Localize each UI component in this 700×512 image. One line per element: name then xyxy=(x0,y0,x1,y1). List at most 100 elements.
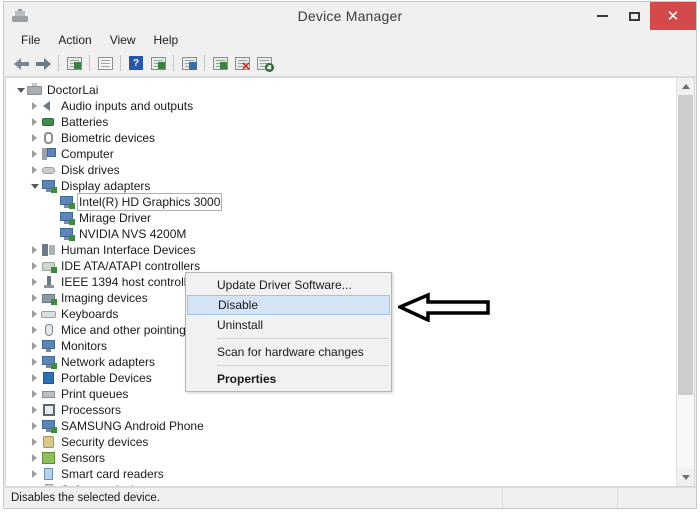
tree-row-label: NVIDIA NVS 4200M xyxy=(79,227,187,241)
expand-collapse-icon[interactable] xyxy=(28,420,41,433)
context-menu-item-properties[interactable]: Properties xyxy=(186,369,391,389)
expand-collapse-icon[interactable] xyxy=(28,260,41,273)
back-arrow-icon xyxy=(13,57,29,70)
show-hide-console-tree-button[interactable] xyxy=(63,52,85,74)
menu-file[interactable]: File xyxy=(12,31,49,49)
scrollbar-track[interactable] xyxy=(677,95,694,469)
context-menu-item-update-driver-software[interactable]: Update Driver Software... xyxy=(186,275,391,295)
tree-row[interactable]: Biometric devices xyxy=(12,130,676,146)
tree-row[interactable]: Display adapters xyxy=(12,178,676,194)
forward-arrow-icon xyxy=(35,57,51,70)
minimize-button[interactable] xyxy=(586,2,618,30)
expand-collapse-icon[interactable] xyxy=(46,196,59,209)
maximize-button[interactable] xyxy=(618,2,650,30)
tree-row[interactable]: Smart card readers xyxy=(12,466,676,482)
printer-icon xyxy=(41,387,57,401)
toolbar: ? ✕ xyxy=(4,50,696,77)
computer-icon xyxy=(41,147,57,161)
close-button[interactable]: ✕ xyxy=(650,2,696,30)
disable-device-button[interactable] xyxy=(253,52,275,74)
tree-row[interactable]: Disk drives xyxy=(12,162,676,178)
toolbar-separator xyxy=(173,55,174,71)
uninstall-device-button[interactable]: ✕ xyxy=(231,52,253,74)
firewire-icon xyxy=(41,275,57,289)
expand-collapse-icon[interactable] xyxy=(28,388,41,401)
menu-help[interactable]: Help xyxy=(145,31,188,49)
sensor-icon xyxy=(41,451,57,465)
expand-collapse-icon[interactable] xyxy=(28,276,41,289)
expand-collapse-icon[interactable] xyxy=(28,468,41,481)
tree-row-label: Display adapters xyxy=(61,179,151,193)
update-driver-button[interactable] xyxy=(209,52,231,74)
expand-collapse-icon[interactable] xyxy=(28,484,41,487)
minimize-icon xyxy=(596,15,608,17)
expand-collapse-icon-open[interactable] xyxy=(14,84,27,97)
context-menu[interactable]: Update Driver Software... Disable Uninstal… xyxy=(185,272,392,392)
tree-row-label: Batteries xyxy=(61,115,109,129)
scroll-up-button[interactable] xyxy=(677,78,694,95)
tree-row-label: Audio inputs and outputs xyxy=(61,99,194,113)
context-menu-item-scan-for-hardware-changes[interactable]: Scan for hardware changes xyxy=(186,342,391,362)
tree-row[interactable]: Computer xyxy=(12,146,676,162)
expand-collapse-icon[interactable] xyxy=(28,292,41,305)
menu-view[interactable]: View xyxy=(101,31,145,49)
view-devices-button[interactable] xyxy=(147,52,169,74)
menu-action[interactable]: Action xyxy=(49,31,100,49)
expand-collapse-icon[interactable] xyxy=(28,148,41,161)
expand-collapse-icon[interactable] xyxy=(46,228,59,241)
tree-row[interactable]: DoctorLai xyxy=(12,82,676,98)
tree-row-label: Intel(R) HD Graphics 3000 xyxy=(76,193,223,211)
camera-icon xyxy=(41,291,57,305)
tree-row-label: Keyboards xyxy=(61,307,119,321)
expand-collapse-icon[interactable] xyxy=(28,164,41,177)
expand-collapse-icon-open[interactable] xyxy=(28,180,41,193)
tree-row[interactable]: Security devices xyxy=(12,434,676,450)
expand-collapse-icon[interactable] xyxy=(28,404,41,417)
tree-row-label: Smart card readers xyxy=(61,467,164,481)
tree-row-label: Sensors xyxy=(61,451,106,465)
tree-row[interactable]: Audio inputs and outputs xyxy=(12,98,676,114)
tree-row[interactable]: Mirage Driver xyxy=(12,210,676,226)
scan-for-hardware-changes-button[interactable] xyxy=(178,52,200,74)
status-pane-2 xyxy=(503,488,618,508)
forward-button[interactable] xyxy=(32,52,54,74)
context-menu-item-disable[interactable]: Disable xyxy=(187,295,390,315)
disk-drive-icon xyxy=(41,163,57,177)
back-button[interactable] xyxy=(10,52,32,74)
tree-row[interactable]: Batteries xyxy=(12,114,676,130)
tree-row[interactable]: Human Interface Devices xyxy=(12,242,676,258)
expand-collapse-icon[interactable] xyxy=(28,340,41,353)
expand-collapse-icon[interactable] xyxy=(28,308,41,321)
vertical-scrollbar[interactable] xyxy=(676,78,694,486)
tree-row[interactable]: SAMSUNG Android Phone xyxy=(12,418,676,434)
expand-collapse-icon[interactable] xyxy=(28,100,41,113)
tree-row-label: Monitors xyxy=(61,339,108,353)
update-driver-icon xyxy=(212,56,228,70)
left-pointing-arrow-icon xyxy=(395,292,490,323)
scroll-down-button[interactable] xyxy=(677,469,694,486)
expand-collapse-icon[interactable] xyxy=(28,244,41,257)
hid-icon xyxy=(41,243,57,257)
tree-row[interactable]: Processors xyxy=(12,402,676,418)
help-button[interactable]: ? xyxy=(125,52,147,74)
context-menu-item-uninstall[interactable]: Uninstall xyxy=(186,315,391,335)
tree-row-label: Portable Devices xyxy=(61,371,152,385)
expand-collapse-icon[interactable] xyxy=(28,436,41,449)
tree-row[interactable]: Sensors xyxy=(12,450,676,466)
expand-collapse-icon[interactable] xyxy=(28,132,41,145)
expand-collapse-icon[interactable] xyxy=(28,356,41,369)
expand-collapse-icon[interactable] xyxy=(28,324,41,337)
tree-row[interactable]: Intel(R) HD Graphics 3000 xyxy=(12,193,676,211)
expand-collapse-icon[interactable] xyxy=(46,212,59,225)
expand-collapse-icon[interactable] xyxy=(28,452,41,465)
expand-collapse-icon[interactable] xyxy=(28,116,41,129)
tree-row-label: DoctorLai xyxy=(47,83,99,97)
tree-row-label: Disk drives xyxy=(61,163,120,177)
expand-collapse-icon[interactable] xyxy=(28,372,41,385)
tree-row[interactable]: Software devices xyxy=(12,482,676,486)
properties-button[interactable] xyxy=(94,52,116,74)
tree-row-label: SAMSUNG Android Phone xyxy=(61,419,204,433)
tree-row[interactable]: NVIDIA NVS 4200M xyxy=(12,226,676,242)
tree-row-label: Mirage Driver xyxy=(79,211,152,225)
scrollbar-thumb[interactable] xyxy=(678,95,693,395)
